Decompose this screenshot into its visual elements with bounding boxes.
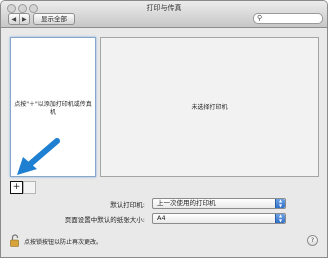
printer-list-empty-message: 点按"＋"以添加打印机或传真机: [14, 101, 92, 116]
nav-buttons: ◀ ▶: [8, 13, 30, 25]
search-field[interactable]: ⚲: [253, 13, 323, 24]
chevron-right-icon: ▶: [21, 15, 27, 23]
arrow-pointer-icon: [17, 138, 60, 175]
default-printer-label: 默认打印机:: [110, 201, 145, 209]
lock-message: 点按锁按钮以防止再次更改。: [24, 239, 103, 246]
default-printer-select[interactable]: 上一次使用的打印机 ▲ ▼: [152, 198, 286, 209]
select-stepper-icon: ▲ ▼: [275, 213, 285, 223]
title-bar: 打印与传真 ◀ ▶ 显示全部 ⚲: [1, 1, 327, 28]
chevron-left-icon: ◀: [11, 15, 17, 23]
show-all-button[interactable]: 显示全部: [33, 13, 75, 25]
back-button[interactable]: ◀: [9, 14, 19, 24]
search-icon: ⚲: [257, 14, 263, 22]
paper-size-label: 页面设置中默认的纸张大小:: [64, 216, 145, 224]
paper-size-value: A4: [157, 214, 166, 222]
window-title: 打印与传真: [146, 4, 182, 12]
printer-detail-panel: 未选择打印机: [100, 37, 319, 177]
forward-button[interactable]: ▶: [18, 14, 30, 24]
paper-size-select[interactable]: A4 ▲ ▼: [152, 213, 286, 224]
lock-button[interactable]: [10, 234, 20, 247]
add-printer-button[interactable]: +: [10, 181, 23, 194]
default-printer-value: 上一次使用的打印机: [157, 199, 216, 207]
help-button[interactable]: ?: [307, 235, 318, 246]
preferences-window: 打印与传真 ◀ ▶ 显示全部 ⚲ 点按"＋"以添加打印机或传真机 未选择打印机 …: [0, 0, 328, 258]
select-stepper-icon: ▲ ▼: [275, 198, 285, 208]
no-printer-selected-message: 未选择打印机: [191, 104, 228, 111]
lock-icon: [10, 234, 19, 247]
remove-printer-button[interactable]: [23, 181, 36, 194]
